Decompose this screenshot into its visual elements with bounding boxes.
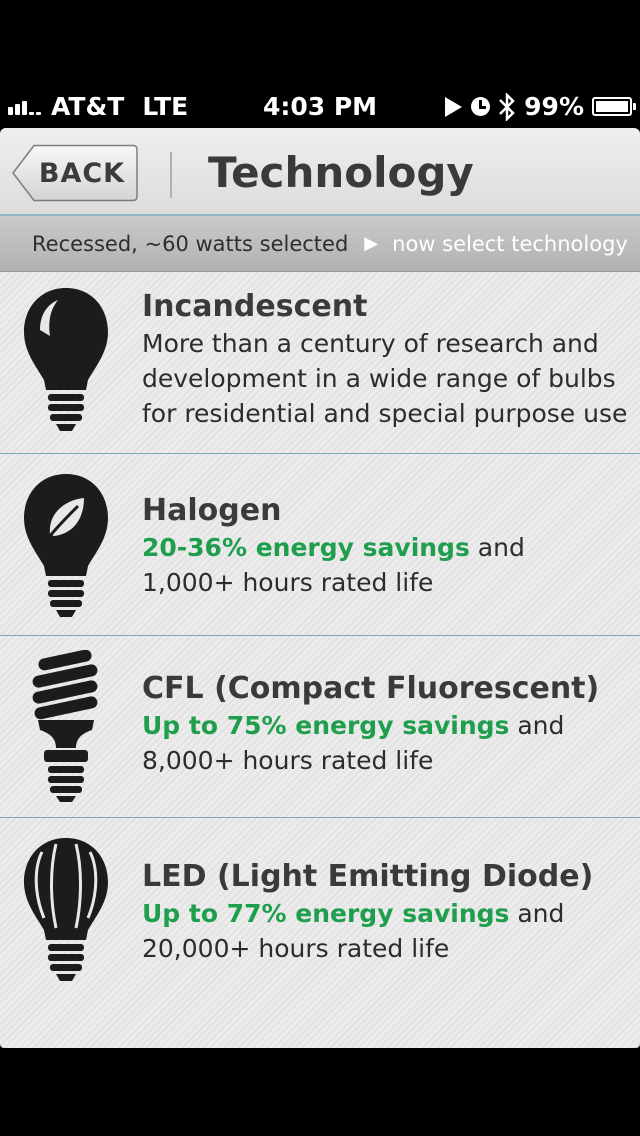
battery-percent: 99% bbox=[524, 92, 584, 121]
halogen-bulb-icon bbox=[24, 474, 108, 617]
rated-life-text: 8,000+ hours rated life bbox=[142, 746, 434, 775]
technology-item-led[interactable]: LED (Light Emitting Diode) Up to 77% ene… bbox=[0, 818, 640, 1008]
energy-savings-highlight: 20-36% energy savings bbox=[142, 533, 470, 562]
bluetooth-icon bbox=[499, 92, 515, 121]
description-line: More than a century of research and bbox=[142, 329, 599, 358]
nav-divider bbox=[170, 152, 172, 198]
energy-savings-highlight: Up to 75% energy savings bbox=[142, 711, 510, 740]
screen: AT&T LTE 4:03 PM 99% BACK Technology Rec… bbox=[0, 0, 640, 1136]
status-bar: AT&T LTE 4:03 PM 99% bbox=[0, 88, 640, 128]
clock-icon bbox=[471, 97, 491, 116]
technology-item-incandescent[interactable]: Incandescent More than a century of rese… bbox=[0, 272, 640, 454]
technology-title: LED (Light Emitting Diode) bbox=[142, 859, 594, 894]
play-icon bbox=[445, 96, 463, 117]
description-text: and bbox=[509, 899, 565, 928]
technology-description: 20-36% energy savings and 1,000+ hours r… bbox=[142, 530, 630, 600]
incandescent-bulb-icon bbox=[24, 288, 108, 431]
description-text: and bbox=[469, 533, 525, 562]
back-button-label: BACK bbox=[38, 157, 126, 189]
description-line: development in a wide range of bulbs bbox=[142, 364, 616, 393]
rated-life-text: 1,000+ hours rated life bbox=[142, 568, 434, 597]
page-title: Technology bbox=[208, 148, 474, 197]
technology-list: Incandescent More than a century of rese… bbox=[0, 272, 640, 1008]
technology-title: Halogen bbox=[142, 493, 282, 528]
battery-icon bbox=[592, 97, 636, 116]
technology-title: Incandescent bbox=[142, 289, 368, 324]
technology-description: Up to 75% energy savings and 8,000+ hour… bbox=[142, 708, 630, 778]
led-bulb-icon bbox=[24, 838, 108, 981]
description-line: for residential and special purpose use bbox=[142, 399, 628, 428]
arrow-right-icon: ▶ bbox=[364, 233, 379, 254]
cfl-bulb-icon bbox=[32, 650, 98, 802]
technology-description: Up to 77% energy savings and 20,000+ hou… bbox=[142, 896, 630, 966]
selection-breadcrumb: Recessed, ~60 watts selected ▶ now selec… bbox=[0, 216, 640, 272]
back-button[interactable]: BACK bbox=[12, 144, 138, 202]
rated-life-text: 20,000+ hours rated life bbox=[142, 934, 450, 963]
technology-description: More than a century of research and deve… bbox=[142, 326, 630, 431]
technology-item-halogen[interactable]: Halogen 20-36% energy savings and 1,000+… bbox=[0, 454, 640, 636]
next-step-hint: now select technology bbox=[392, 231, 628, 256]
app-view: BACK Technology Recessed, ~60 watts sele… bbox=[0, 128, 640, 1048]
technology-title: CFL (Compact Fluorescent) bbox=[142, 671, 600, 706]
navigation-bar: BACK Technology bbox=[0, 128, 640, 216]
technology-item-cfl[interactable]: CFL (Compact Fluorescent) Up to 75% ener… bbox=[0, 636, 640, 818]
energy-savings-highlight: Up to 77% energy savings bbox=[142, 899, 510, 928]
description-text: and bbox=[509, 711, 565, 740]
selected-summary: Recessed, ~60 watts selected bbox=[32, 231, 349, 256]
